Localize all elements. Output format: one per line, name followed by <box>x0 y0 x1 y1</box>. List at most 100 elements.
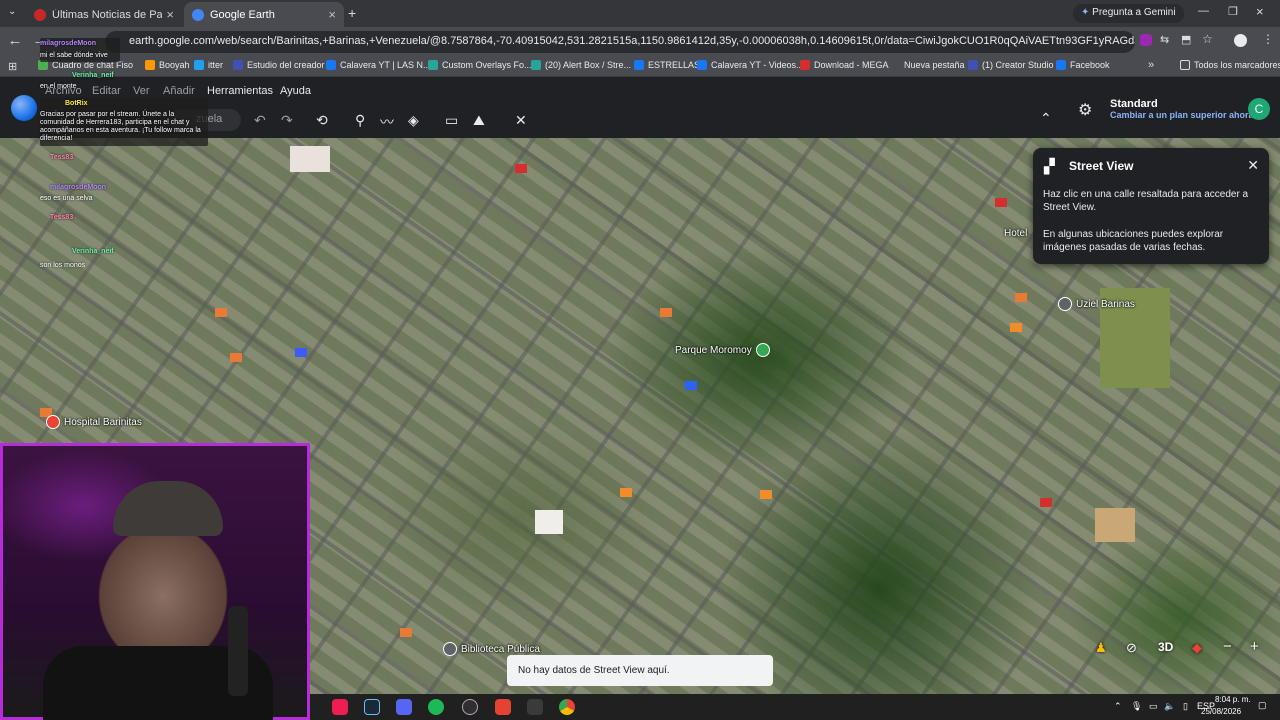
restore-button[interactable]: ❐ <box>1228 5 1238 18</box>
close-tab-icon[interactable]: × <box>328 7 336 22</box>
poi-label: Biblioteca Pública <box>461 643 540 655</box>
google-earth-logo[interactable] <box>11 95 37 121</box>
translate-icon[interactable]: ⇆ <box>1160 33 1169 46</box>
compass-icon[interactable]: ◆ <box>1192 640 1202 656</box>
spotify-icon[interactable] <box>428 699 444 715</box>
bookmark-item[interactable]: Estudio del creador <box>233 60 325 70</box>
obs-icon[interactable] <box>462 699 478 715</box>
tab-label: Google Earth <box>210 8 275 21</box>
discord-icon[interactable] <box>396 699 412 715</box>
elevation-icon[interactable]: ⛰ <box>473 112 485 129</box>
bookmark-item[interactable]: Facebook <box>1056 60 1110 70</box>
account-avatar[interactable]: C <box>1248 98 1270 120</box>
tab-google-earth[interactable]: Google Earth × <box>184 2 344 27</box>
menu-herramientas[interactable]: Herramientas <box>207 85 273 97</box>
apps-grid-icon[interactable]: ⊞ <box>8 60 17 73</box>
upgrade-plan-link[interactable]: Cambiar a un plan superior ahora <box>1110 110 1254 120</box>
poi-biblioteca-publica[interactable]: Biblioteca Pública <box>443 642 540 656</box>
chat-text: Gracias por pasar por el stream. Únete a… <box>40 111 201 142</box>
bookmark-item[interactable]: ESTRELLAS <box>634 60 700 70</box>
bookmark-label: Calavera YT - Videos... <box>711 60 804 70</box>
no-street-view-toast: No hay datos de Street View aquí. <box>507 655 773 686</box>
clock-date[interactable]: 25/08/2026 <box>1201 707 1241 716</box>
steam-icon[interactable] <box>364 699 380 715</box>
poi-hospital-barinitas[interactable]: Hospital Barinitas <box>46 415 142 429</box>
toast-text: No hay datos de Street View aquí. <box>518 665 670 676</box>
menu-ayuda[interactable]: Ayuda <box>280 85 311 97</box>
back-button[interactable]: ← <box>5 32 25 49</box>
close-tab-icon[interactable]: × <box>166 7 174 22</box>
volume-icon[interactable]: 🔈 <box>1164 701 1175 712</box>
tab-noticias[interactable]: Últimas Noticias de Panamá En × <box>26 2 182 27</box>
add-path-icon[interactable]: 〰 <box>380 112 394 132</box>
history-icon[interactable]: ⟲ <box>316 112 328 129</box>
building <box>535 510 563 534</box>
chat-message: Verinha_neif <box>40 72 114 79</box>
extension-icon[interactable] <box>1140 34 1152 46</box>
folder-icon <box>1180 60 1190 70</box>
toggle-3d-button[interactable]: 3D <box>1158 640 1173 654</box>
chat-username: Verinha_neif <box>72 72 114 79</box>
settings-gear-icon[interactable]: ⚙ <box>1078 100 1092 120</box>
minimize-button[interactable]: — <box>1198 5 1209 17</box>
zoom-out-button[interactable]: − <box>1223 638 1232 655</box>
poi-label: Uziel Barinas <box>1076 298 1135 310</box>
chat-message: eso es una selva <box>40 195 93 202</box>
streamer-cap <box>113 481 223 536</box>
bookmark-item[interactable]: (20) Alert Box / Stre... <box>531 60 631 70</box>
chat-message: milagrosdeMoon <box>40 40 96 47</box>
bookmark-item[interactable]: Download - MEGA <box>800 60 889 70</box>
building <box>1040 498 1052 507</box>
all-bookmarks-folder[interactable]: Todos los marcadores <box>1180 60 1280 70</box>
gemini-label: Pregunta a Gemini <box>1092 7 1176 18</box>
bookmark-item[interactable]: Nueva pestaña <box>890 60 965 70</box>
measure-icon[interactable]: ▭ <box>445 112 458 129</box>
add-placemark-icon[interactable]: ⚲ <box>355 112 365 129</box>
bookmark-star-icon[interactable]: ☆ <box>1202 32 1213 46</box>
layers-icon[interactable]: ◈ <box>408 112 419 129</box>
microphone <box>228 606 248 696</box>
pegman-icon[interactable]: ♟ <box>1095 640 1107 656</box>
bookmark-item[interactable]: Custom Overlays Fo... <box>428 60 532 70</box>
clock-time[interactable]: 8:04 p. m. <box>1215 695 1251 704</box>
zoom-in-button[interactable]: + <box>1250 638 1259 655</box>
chrome-menu-icon[interactable]: ⋮ <box>1262 32 1274 46</box>
install-icon[interactable]: ⬒ <box>1181 33 1191 46</box>
redo-icon[interactable]: ↷ <box>281 112 293 129</box>
apps-icon[interactable] <box>527 699 543 715</box>
gemini-button[interactable]: ✦ Pregunta a Gemini <box>1073 4 1184 23</box>
poi-hotel[interactable]: Hotel <box>1004 228 1027 239</box>
chat-message: Gracias por pasar por el stream. Únete a… <box>40 111 208 143</box>
tools-icon[interactable]: ✕ <box>515 112 527 129</box>
tiktok-icon[interactable] <box>332 699 348 715</box>
battery-icon[interactable]: ▯ <box>1183 701 1188 712</box>
tab-search-icon[interactable]: ⌄ <box>8 6 16 17</box>
poi-uziel-barinas[interactable]: Uziel Barinas <box>1058 297 1135 311</box>
url-field[interactable]: earth.google.com/web/search/Barinitas,+B… <box>105 31 1135 53</box>
bookmark-icon <box>233 60 243 70</box>
bookmark-item[interactable]: Calavera YT - Videos... <box>697 60 804 70</box>
profile-icon[interactable] <box>1234 34 1247 47</box>
undo-icon[interactable]: ↶ <box>254 112 266 129</box>
network-icon[interactable]: ▭ <box>1149 701 1158 712</box>
building <box>760 490 772 499</box>
more-bookmarks-icon[interactable]: » <box>1148 59 1154 71</box>
notifications-icon[interactable]: ▢ <box>1258 700 1267 711</box>
collapse-toolbar-icon[interactable]: ⌃ <box>1040 110 1052 127</box>
tray-overflow-icon[interactable]: ⌃ <box>1114 701 1122 712</box>
close-window-button[interactable]: × <box>1256 4 1264 19</box>
new-tab-button[interactable]: + <box>348 5 356 21</box>
poi-parque-moromoy[interactable]: Parque Moromoy <box>675 343 774 357</box>
todoist-icon[interactable] <box>495 699 511 715</box>
news-favicon-icon <box>34 8 46 21</box>
hide-pegman-icon[interactable]: ⊘ <box>1126 640 1137 656</box>
street-view-title: Street View <box>1069 159 1134 173</box>
mic-icon[interactable]: 🎙 <box>1131 701 1142 712</box>
close-icon[interactable]: ✕ <box>1247 157 1259 174</box>
bookmark-icon <box>531 60 541 70</box>
bookmark-label: ESTRELLAS <box>648 60 701 70</box>
bookmark-item[interactable]: Calavera YT | LAS N... <box>326 60 431 70</box>
all-bookmarks-label: Todos los marcadores <box>1194 60 1280 70</box>
chrome-icon[interactable] <box>559 699 575 715</box>
bookmark-item[interactable]: (1) Creator Studio <box>968 60 1054 70</box>
